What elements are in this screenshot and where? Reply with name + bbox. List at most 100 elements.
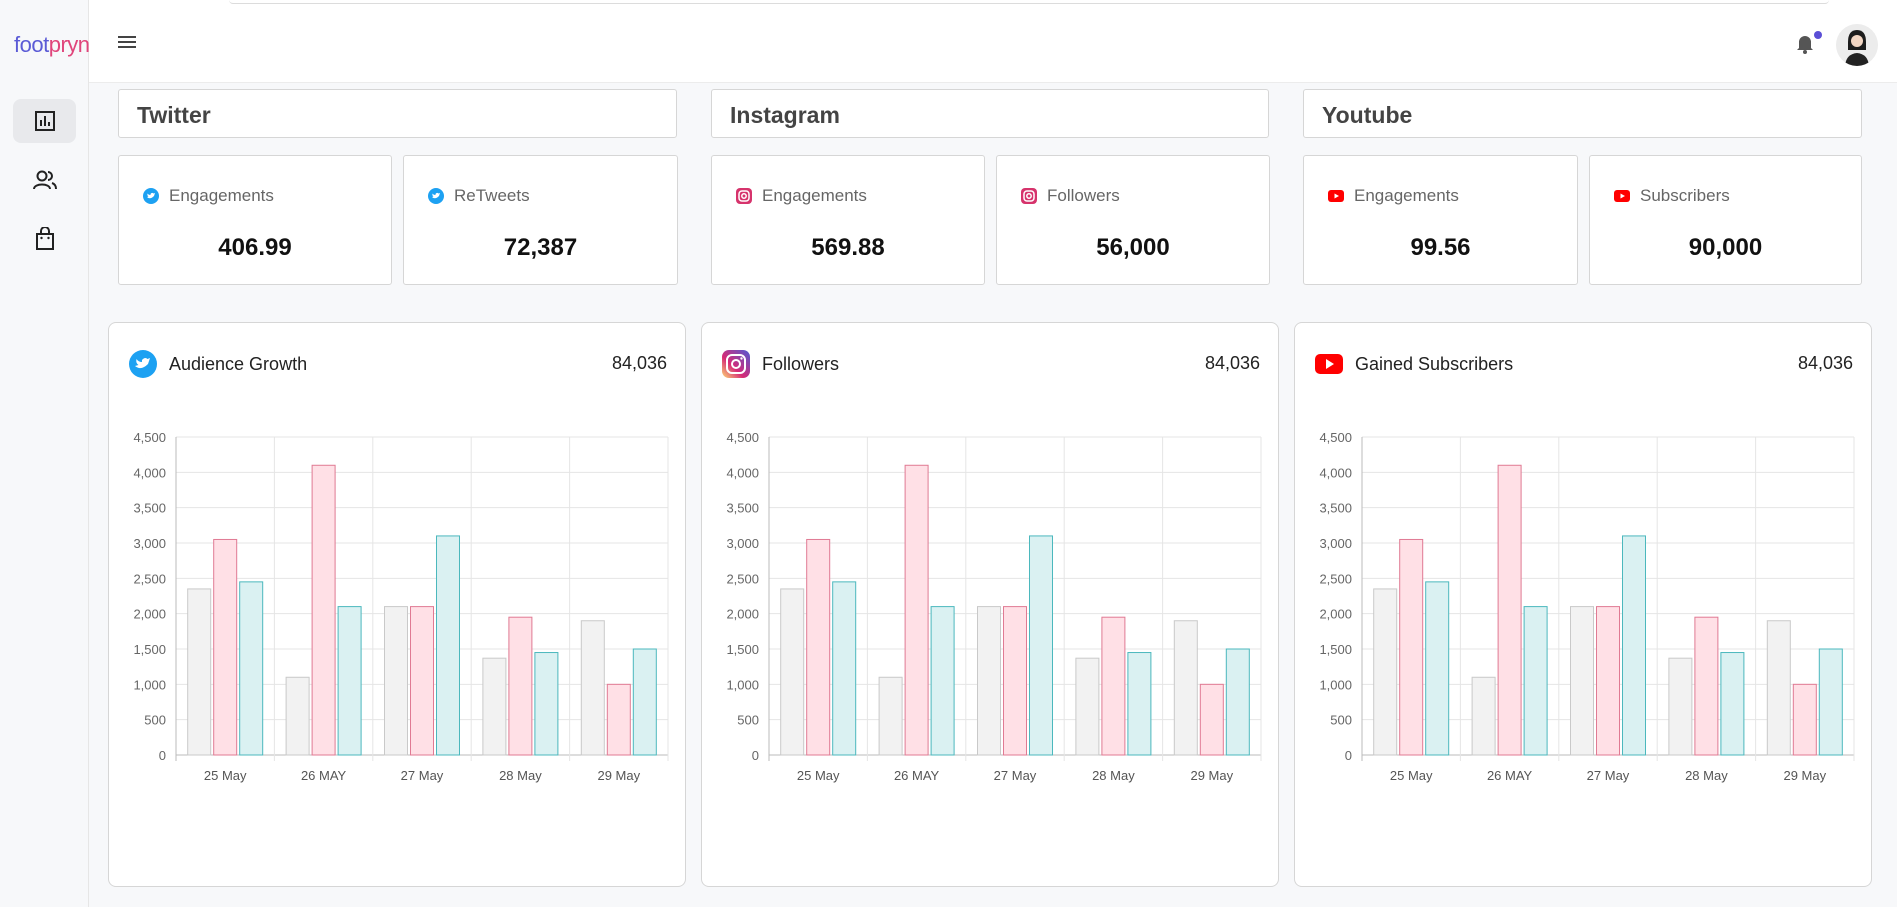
- bar-instagram: [1596, 606, 1620, 756]
- stat-value: 56,000: [1096, 234, 1170, 261]
- twitter-icon: [143, 188, 159, 204]
- section-title-instagram: Instagram: [711, 89, 1269, 138]
- avatar[interactable]: [1836, 24, 1878, 66]
- bar-youtube: [1127, 652, 1152, 756]
- y-tick-label: 1,000: [133, 677, 166, 692]
- stat-card-instagram-engagements: Engagements 569.88: [711, 155, 985, 285]
- stat-label: Subscribers: [1640, 186, 1730, 205]
- bar-twitter: [1668, 657, 1693, 756]
- twitter-icon: [428, 188, 444, 204]
- bar-twitter: [285, 676, 310, 756]
- chart-card-audience-growth: Audience Growth 84,036 TwitterInstagramY…: [108, 322, 686, 887]
- bar-twitter: [977, 606, 1001, 756]
- notification-badge: [1814, 31, 1822, 39]
- users-icon: [32, 170, 57, 190]
- x-tick-label: 25 May: [797, 768, 840, 783]
- bar-youtube: [1029, 535, 1053, 756]
- bar-instagram: [904, 464, 929, 756]
- bar-youtube: [1622, 535, 1646, 756]
- notifications-button[interactable]: [1795, 33, 1815, 60]
- bar-instagram: [1399, 538, 1424, 756]
- bar-chart: TwitterInstagramYoutube05001,0001,5002,0…: [726, 430, 1262, 783]
- bar-twitter: [1570, 606, 1594, 756]
- y-tick-label: 1,000: [726, 677, 759, 692]
- bar-youtube: [436, 535, 460, 756]
- bar-youtube: [930, 606, 955, 756]
- bar-twitter: [580, 620, 605, 756]
- sidebar-item-shop[interactable]: [13, 217, 76, 261]
- user-avatar-icon: [1836, 24, 1878, 66]
- y-tick-label: 2,000: [726, 607, 759, 622]
- y-tick-label: 4,500: [133, 430, 166, 445]
- chart-total: 84,036: [1797, 353, 1853, 373]
- x-tick-label: 29 May: [597, 768, 640, 783]
- bar-instagram: [1792, 683, 1817, 756]
- bar-instagram: [1101, 616, 1126, 756]
- bar-instagram: [1199, 683, 1224, 756]
- x-tick-label: 27 May: [994, 768, 1037, 783]
- y-tick-label: 500: [144, 713, 166, 728]
- bar-twitter: [482, 657, 507, 756]
- bar-youtube: [1523, 606, 1548, 756]
- instagram-icon: [722, 350, 750, 378]
- y-tick-label: 3,000: [133, 536, 166, 551]
- menu-button[interactable]: [117, 34, 137, 55]
- y-tick-label: 3,500: [726, 501, 759, 516]
- stat-value: 90,000: [1688, 234, 1763, 261]
- y-tick-label: 1,500: [133, 642, 166, 657]
- bar-chart-icon: [34, 111, 55, 131]
- twitter-icon: [129, 350, 157, 378]
- bar-youtube: [534, 652, 559, 756]
- y-tick-label: 500: [737, 713, 759, 728]
- bar-youtube: [1225, 648, 1250, 756]
- y-tick-label: 2,000: [133, 607, 166, 622]
- bar-instagram: [508, 616, 533, 756]
- y-tick-label: 2,000: [1319, 607, 1352, 622]
- bar-youtube: [832, 581, 857, 756]
- instagram-icon: [736, 188, 752, 204]
- y-tick-label: 0: [159, 748, 166, 763]
- stat-value: 72,387: [503, 234, 578, 261]
- bar-instagram: [1497, 464, 1522, 756]
- y-tick-label: 1,500: [726, 642, 759, 657]
- chart-title: Gained Subscribers: [1355, 353, 1514, 374]
- bar-instagram: [410, 606, 434, 756]
- bar-youtube: [1425, 581, 1450, 756]
- stat-card-twitter-retweets: ReTweets 72,387: [403, 155, 678, 285]
- sidebar-item-dashboard[interactable]: [13, 99, 76, 143]
- bar-instagram: [1003, 606, 1027, 756]
- chart-card-gained-subscribers: Gained Subscribers 84,036 TwitterInstagr…: [1294, 322, 1872, 887]
- bar-twitter: [1173, 620, 1198, 756]
- top-divider: [229, 0, 1829, 4]
- logo[interactable]: footprynt: [14, 32, 96, 58]
- bar-youtube: [1818, 648, 1843, 756]
- y-tick-label: 3,500: [1319, 501, 1352, 516]
- x-tick-label: 26 MAY: [1487, 768, 1533, 783]
- sidebar-item-users[interactable]: [13, 158, 76, 202]
- stat-card-twitter-engagements: Engagements 406.99: [118, 155, 392, 285]
- chart-card-followers: Followers 84,036 TwitterInstagramYoutube…: [701, 322, 1279, 887]
- bar-twitter: [780, 588, 805, 756]
- y-tick-label: 3,000: [1319, 536, 1352, 551]
- bar-twitter: [1075, 657, 1100, 756]
- y-tick-label: 3,000: [726, 536, 759, 551]
- youtube-icon: [1315, 354, 1343, 374]
- stat-label: Engagements: [1354, 186, 1459, 205]
- stat-card-youtube-subscribers: Subscribers 90,000: [1589, 155, 1862, 285]
- sidebar: footprynt: [0, 0, 96, 907]
- y-tick-label: 500: [1330, 713, 1352, 728]
- x-tick-label: 27 May: [401, 768, 444, 783]
- x-tick-label: 28 May: [499, 768, 542, 783]
- instagram-icon: [1021, 188, 1037, 204]
- bar-chart: TwitterInstagramYoutube05001,0001,5002,0…: [1319, 430, 1855, 783]
- bar-chart: TwitterInstagramYoutube05001,0001,5002,0…: [133, 430, 669, 783]
- y-tick-label: 4,500: [1319, 430, 1352, 445]
- stat-card-youtube-engagements: Engagements 99.56: [1303, 155, 1578, 285]
- youtube-icon: [1614, 190, 1630, 202]
- y-tick-label: 4,000: [1319, 465, 1352, 480]
- bar-twitter: [1373, 588, 1398, 756]
- y-tick-label: 4,000: [726, 465, 759, 480]
- x-tick-label: 27 May: [1587, 768, 1630, 783]
- x-tick-label: 26 MAY: [894, 768, 940, 783]
- x-tick-label: 25 May: [1390, 768, 1433, 783]
